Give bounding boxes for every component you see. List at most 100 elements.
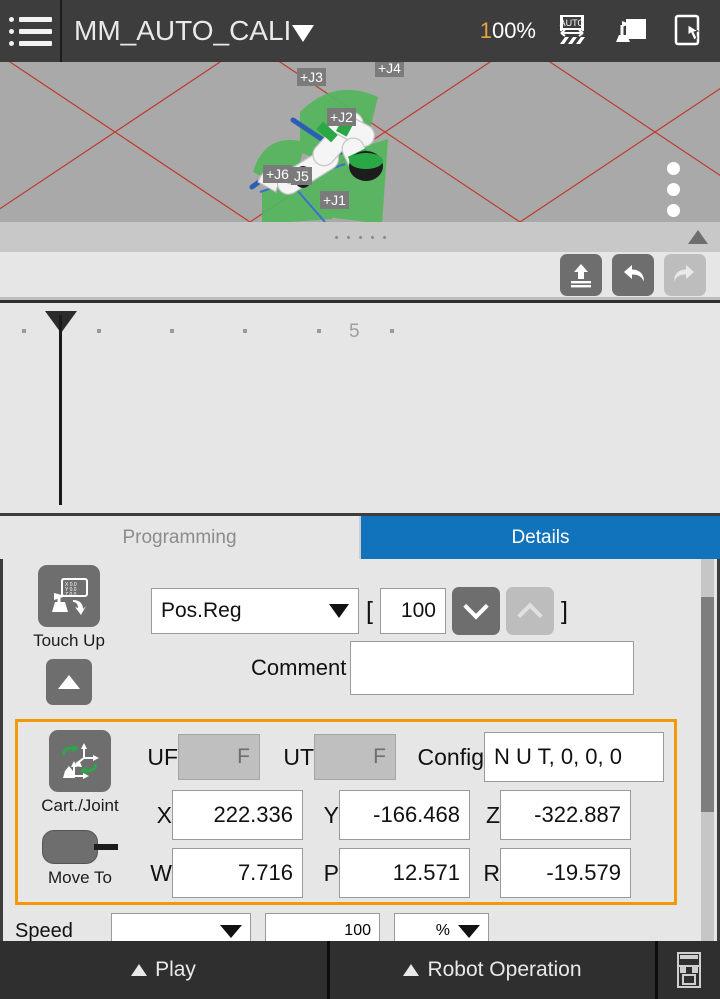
svg-text:AUTO: AUTO [560, 18, 585, 28]
panel-splitter[interactable] [0, 222, 720, 252]
config-value: N U T, 0, 0, 0 [494, 744, 622, 769]
robot-operation-button[interactable]: Robot Operation [330, 941, 658, 999]
tab-programming[interactable]: Programming [0, 516, 361, 559]
collapse-details-button[interactable] [46, 659, 92, 705]
chevron-down-icon[interactable] [458, 924, 480, 938]
speed-value-input[interactable]: 100 [265, 913, 380, 941]
bottom-bar: Play Robot Operation [0, 941, 720, 999]
touch-up-label: Touch Up [33, 631, 105, 650]
top-bar-status-group: 100% AUTO [480, 9, 720, 53]
ut-value: F [373, 745, 386, 768]
top-bar: MM_AUTO_CALI 100% AUTO [0, 0, 720, 62]
speed-row-partial: Speed 100 % [15, 913, 489, 941]
speed-label: Speed [15, 919, 73, 942]
x-field[interactable]: 222.336 [172, 790, 303, 840]
p-field[interactable]: 12.571 [339, 848, 470, 898]
touch-up-button[interactable]: X 0.0 Y 0.0 Z 0.0 [38, 565, 100, 627]
y-label: Y [323, 801, 339, 828]
joint-label: +J2 [327, 108, 356, 126]
move-to-label: Move To [48, 868, 112, 887]
index-decrement-button[interactable] [451, 587, 500, 635]
window-layout-icon [677, 952, 701, 988]
register-type-select[interactable]: Pos.Reg [151, 588, 359, 634]
touch-up-group: X 0.0 Y 0.0 Z 0.0 Touch Up [15, 565, 123, 705]
joint-label: +J3 [297, 68, 326, 86]
p-value: 12.571 [392, 860, 460, 885]
z-field[interactable]: -322.887 [500, 790, 631, 840]
robot-display-icon[interactable] [608, 9, 652, 53]
ut-label: UT [283, 743, 314, 770]
ut-field: F [314, 734, 396, 780]
speed-override-value[interactable]: 100% [480, 18, 536, 44]
playhead-line [59, 315, 62, 505]
cartesian-joint-icon [62, 743, 99, 779]
triangle-up-icon [403, 964, 420, 976]
wpr-row: W 7.716 P 12.571 R -19.579 [136, 844, 664, 902]
register-type-value: Pos.Reg [161, 599, 242, 622]
comment-label: Comment [251, 655, 347, 680]
robot-operation-label: Robot Operation [427, 958, 582, 981]
pose-mode-group: Cart./Joint Move To [28, 730, 132, 888]
y-field[interactable]: -166.468 [339, 790, 470, 840]
touch-up-robot-icon: X 0.0 Y 0.0 Z 0.0 [52, 578, 88, 615]
chevron-down-icon[interactable] [292, 24, 315, 42]
w-value: 7.716 [237, 860, 293, 885]
z-label: Z [485, 801, 500, 828]
w-field[interactable]: 7.716 [172, 848, 303, 898]
details-scrollbar-thumb[interactable] [701, 597, 714, 812]
r-field[interactable]: -19.579 [500, 848, 631, 898]
viewport-options-dots[interactable] [667, 162, 680, 217]
frame-config-row: UF F UT F Config N U T, 0, 0, 0 [136, 728, 664, 786]
r-value: -19.579 [546, 860, 621, 885]
joint-label: +J6 [263, 165, 292, 183]
upload-button[interactable] [560, 253, 602, 296]
robot-3d-viewport[interactable]: +J4 +J3 +J2 +J6 J5 +J1 [0, 62, 720, 222]
x-value: 222.336 [213, 802, 293, 827]
chevron-down-icon[interactable] [329, 604, 349, 618]
register-index-value: 100 [400, 599, 436, 622]
move-to-toggle[interactable] [42, 830, 118, 864]
layout-toggle-button[interactable] [658, 941, 720, 999]
tab-details[interactable]: Details [361, 516, 720, 559]
p-label: P [323, 859, 339, 886]
play-label: Play [155, 958, 196, 981]
cart-joint-toggle-button[interactable] [49, 730, 111, 792]
close-bracket: ] [560, 596, 568, 625]
play-button[interactable]: Play [0, 941, 330, 999]
hamburger-menu-icon[interactable] [0, 0, 62, 62]
toggle-stem [94, 844, 118, 850]
svg-text:Z 0.0: Z 0.0 [65, 592, 77, 598]
joint-label: +J1 [320, 191, 349, 209]
xyz-row: X 222.336 Y -166.468 Z -322.887 [136, 786, 664, 844]
triangle-up-icon [131, 964, 148, 976]
auto-speed-icon[interactable]: AUTO [550, 9, 594, 53]
redo-button [664, 253, 706, 296]
z-value: -322.887 [534, 802, 621, 827]
teach-pendant-touch-icon[interactable] [666, 9, 710, 53]
w-label: W [150, 859, 172, 886]
triangle-up-icon[interactable] [688, 230, 708, 244]
pose-fields: UF F UT F Config N U T, 0, 0, 0 X 222.33… [136, 728, 664, 902]
uf-label: UF [147, 743, 178, 770]
undo-button[interactable] [612, 253, 654, 296]
speed-type-select[interactable] [111, 913, 251, 941]
edit-toolbar [0, 252, 720, 300]
speed-unit-select[interactable]: % [394, 913, 489, 941]
register-index-input[interactable]: 100 [379, 588, 446, 634]
config-label: Config [417, 743, 484, 770]
chevron-down-icon [463, 594, 489, 620]
chevron-down-icon[interactable] [220, 924, 242, 938]
splitter-grip-dots [334, 235, 386, 239]
triangle-up-icon [58, 675, 80, 689]
program-title-selector[interactable]: MM_AUTO_CALI [74, 15, 315, 47]
uf-value: F [237, 745, 250, 768]
y-value: -166.468 [373, 802, 460, 827]
comment-input[interactable] [350, 641, 635, 695]
config-field[interactable]: N U T, 0, 0, 0 [484, 732, 664, 782]
uf-field: F [178, 734, 260, 780]
program-timeline[interactable]: 5 MECH MIND [0, 303, 720, 513]
timeline-ruler-label: 5 [349, 321, 360, 342]
pose-group: Cart./Joint Move To UF F UT F Config N U… [15, 719, 677, 905]
details-panel: X 0.0 Y 0.0 Z 0.0 Touch Up Pos.Reg [100… [0, 559, 720, 941]
details-scrollbar[interactable] [701, 559, 714, 941]
